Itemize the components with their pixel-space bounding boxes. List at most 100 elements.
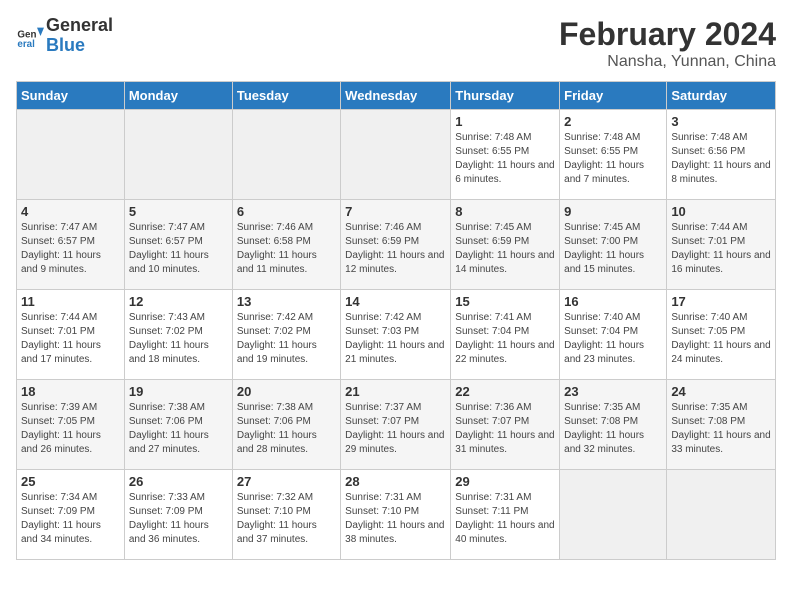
- calendar-cell: 1 Sunrise: 7:48 AMSunset: 6:55 PMDaylight…: [451, 110, 560, 200]
- location-subtitle: Nansha, Yunnan, China: [559, 53, 776, 71]
- day-info: Sunrise: 7:35 AMSunset: 7:08 PMDaylight:…: [564, 401, 662, 457]
- calendar-cell: 11 Sunrise: 7:44 AMSunset: 7:01 PMDayligh…: [17, 290, 125, 380]
- calendar-cell: 18 Sunrise: 7:39 AMSunset: 7:05 PMDayligh…: [17, 380, 125, 470]
- day-number: 27: [237, 474, 336, 489]
- day-number: 7: [345, 204, 446, 219]
- calendar-cell: 12 Sunrise: 7:43 AMSunset: 7:02 PMDayligh…: [124, 290, 232, 380]
- calendar-week-row: 25Sunrise: 7:34 AMSunset: 7:09 PMDayligh…: [17, 470, 776, 560]
- calendar-cell: 5 Sunrise: 7:47 AMSunset: 6:57 PMDaylight…: [124, 200, 232, 290]
- day-number: 5: [129, 204, 228, 219]
- day-info: Sunrise: 7:41 AMSunset: 7:04 PMDaylight:…: [455, 311, 555, 367]
- day-info: Sunrise: 7:46 AMSunset: 6:59 PMDaylight:…: [345, 221, 446, 277]
- calendar-cell: 19 Sunrise: 7:38 AMSunset: 7:06 PMDayligh…: [124, 380, 232, 470]
- calendar-cell: 15 Sunrise: 7:41 AMSunset: 7:04 PMDayligh…: [451, 290, 560, 380]
- day-info: Sunrise: 7:40 AMSunset: 7:04 PMDaylight:…: [564, 311, 662, 367]
- calendar-cell: 29Sunrise: 7:31 AMSunset: 7:11 PMDayligh…: [451, 470, 560, 560]
- logo-line1: General: [46, 16, 113, 36]
- day-number: 6: [237, 204, 336, 219]
- day-number: 21: [345, 384, 446, 399]
- day-number: 16: [564, 294, 662, 309]
- day-info: Sunrise: 7:45 AMSunset: 7:00 PMDaylight:…: [564, 221, 662, 277]
- day-number: 23: [564, 384, 662, 399]
- day-number: 13: [237, 294, 336, 309]
- calendar-week-row: 4 Sunrise: 7:47 AMSunset: 6:57 PMDaylight…: [17, 200, 776, 290]
- calendar-cell: 24Sunrise: 7:35 AMSunset: 7:08 PMDayligh…: [667, 380, 776, 470]
- day-number: 19: [129, 384, 228, 399]
- logo-line2: Blue: [46, 36, 113, 56]
- day-number: 9: [564, 204, 662, 219]
- day-info: Sunrise: 7:39 AMSunset: 7:05 PMDaylight:…: [21, 401, 120, 457]
- day-number: 8: [455, 204, 555, 219]
- day-info: Sunrise: 7:44 AMSunset: 7:01 PMDaylight:…: [671, 221, 771, 277]
- day-info: Sunrise: 7:43 AMSunset: 7:02 PMDaylight:…: [129, 311, 228, 367]
- calendar-cell: 25Sunrise: 7:34 AMSunset: 7:09 PMDayligh…: [17, 470, 125, 560]
- calendar-cell: 20 Sunrise: 7:38 AMSunset: 7:06 PMDayligh…: [232, 380, 340, 470]
- day-info: Sunrise: 7:31 AMSunset: 7:10 PMDaylight:…: [345, 491, 446, 547]
- day-number: 11: [21, 294, 120, 309]
- day-number: 29: [455, 474, 555, 489]
- logo-icon: Gen eral: [16, 22, 44, 50]
- day-info: Sunrise: 7:44 AMSunset: 7:01 PMDaylight:…: [21, 311, 120, 367]
- day-number: 28: [345, 474, 446, 489]
- day-number: 15: [455, 294, 555, 309]
- day-info: Sunrise: 7:38 AMSunset: 7:06 PMDaylight:…: [129, 401, 228, 457]
- calendar-cell: 7 Sunrise: 7:46 AMSunset: 6:59 PMDaylight…: [341, 200, 451, 290]
- day-info: Sunrise: 7:42 AMSunset: 7:03 PMDaylight:…: [345, 311, 446, 367]
- calendar-cell: [667, 470, 776, 560]
- day-info: Sunrise: 7:36 AMSunset: 7:07 PMDaylight:…: [455, 401, 555, 457]
- calendar-cell: 3 Sunrise: 7:48 AMSunset: 6:56 PMDaylight…: [667, 110, 776, 200]
- day-number: 10: [671, 204, 771, 219]
- day-number: 14: [345, 294, 446, 309]
- calendar-cell: 13Sunrise: 7:42 AMSunset: 7:02 PMDayligh…: [232, 290, 340, 380]
- calendar-cell: 2 Sunrise: 7:48 AMSunset: 6:55 PMDaylight…: [560, 110, 667, 200]
- calendar-cell: 28 Sunrise: 7:31 AMSunset: 7:10 PMDayligh…: [341, 470, 451, 560]
- calendar-cell: [124, 110, 232, 200]
- calendar-cell: 22 Sunrise: 7:36 AMSunset: 7:07 PMDayligh…: [451, 380, 560, 470]
- calendar-header-row: SundayMondayTuesdayWednesdayThursdayFrid…: [17, 82, 776, 110]
- header-saturday: Saturday: [667, 82, 776, 110]
- calendar-cell: 16 Sunrise: 7:40 AMSunset: 7:04 PMDayligh…: [560, 290, 667, 380]
- day-info: Sunrise: 7:48 AMSunset: 6:55 PMDaylight:…: [564, 131, 662, 187]
- day-info: Sunrise: 7:40 AMSunset: 7:05 PMDaylight:…: [671, 311, 771, 367]
- day-number: 22: [455, 384, 555, 399]
- calendar-week-row: 18 Sunrise: 7:39 AMSunset: 7:05 PMDayligh…: [17, 380, 776, 470]
- calendar-cell: 17 Sunrise: 7:40 AMSunset: 7:05 PMDayligh…: [667, 290, 776, 380]
- day-info: Sunrise: 7:47 AMSunset: 6:57 PMDaylight:…: [129, 221, 228, 277]
- calendar-cell: [560, 470, 667, 560]
- day-number: 4: [21, 204, 120, 219]
- calendar-cell: [17, 110, 125, 200]
- calendar-cell: [232, 110, 340, 200]
- day-info: Sunrise: 7:48 AMSunset: 6:56 PMDaylight:…: [671, 131, 771, 187]
- day-info: Sunrise: 7:34 AMSunset: 7:09 PMDaylight:…: [21, 491, 120, 547]
- logo: Gen eral General Blue: [16, 16, 113, 56]
- header-wednesday: Wednesday: [341, 82, 451, 110]
- day-number: 20: [237, 384, 336, 399]
- calendar-cell: 6Sunrise: 7:46 AMSunset: 6:58 PMDaylight…: [232, 200, 340, 290]
- calendar-week-row: 1 Sunrise: 7:48 AMSunset: 6:55 PMDaylight…: [17, 110, 776, 200]
- svg-text:eral: eral: [17, 39, 35, 50]
- calendar-cell: 4 Sunrise: 7:47 AMSunset: 6:57 PMDaylight…: [17, 200, 125, 290]
- day-number: 2: [564, 114, 662, 129]
- day-info: Sunrise: 7:47 AMSunset: 6:57 PMDaylight:…: [21, 221, 120, 277]
- header-thursday: Thursday: [451, 82, 560, 110]
- day-number: 26: [129, 474, 228, 489]
- calendar-cell: 23 Sunrise: 7:35 AMSunset: 7:08 PMDayligh…: [560, 380, 667, 470]
- day-info: Sunrise: 7:48 AMSunset: 6:55 PMDaylight:…: [455, 131, 555, 187]
- page-header: Gen eral General Blue February 2024 Nans…: [16, 16, 776, 71]
- calendar-cell: 10 Sunrise: 7:44 AMSunset: 7:01 PMDayligh…: [667, 200, 776, 290]
- day-info: Sunrise: 7:33 AMSunset: 7:09 PMDaylight:…: [129, 491, 228, 547]
- header-sunday: Sunday: [17, 82, 125, 110]
- calendar-cell: 14 Sunrise: 7:42 AMSunset: 7:03 PMDayligh…: [341, 290, 451, 380]
- day-number: 17: [671, 294, 771, 309]
- calendar-cell: 21 Sunrise: 7:37 AMSunset: 7:07 PMDayligh…: [341, 380, 451, 470]
- day-info: Sunrise: 7:35 AMSunset: 7:08 PMDaylight:…: [671, 401, 771, 457]
- day-number: 12: [129, 294, 228, 309]
- header-friday: Friday: [560, 82, 667, 110]
- day-number: 18: [21, 384, 120, 399]
- day-info: Sunrise: 7:37 AMSunset: 7:07 PMDaylight:…: [345, 401, 446, 457]
- calendar-cell: 27Sunrise: 7:32 AMSunset: 7:10 PMDayligh…: [232, 470, 340, 560]
- day-number: 1: [455, 114, 555, 129]
- day-number: 3: [671, 114, 771, 129]
- title-block: February 2024 Nansha, Yunnan, China: [559, 16, 776, 71]
- day-info: Sunrise: 7:38 AMSunset: 7:06 PMDaylight:…: [237, 401, 336, 457]
